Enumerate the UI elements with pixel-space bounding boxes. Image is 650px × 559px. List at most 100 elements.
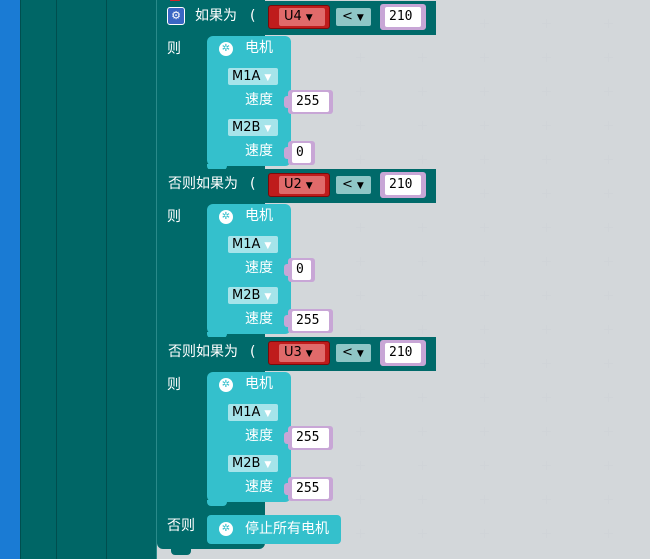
gear-icon[interactable]: ⚙ (167, 7, 185, 25)
grid-plus-mark (542, 495, 551, 504)
grid-plus-mark (604, 87, 613, 96)
grid-plus-mark (542, 87, 551, 96)
grid-plus-mark (418, 291, 427, 300)
grid-plus-mark (356, 155, 365, 164)
sensor-dropdown[interactable]: U4 ▼ (279, 8, 325, 26)
operator-dropdown[interactable]: < ▼ (336, 176, 371, 194)
grid-plus-mark (542, 291, 551, 300)
grid-plus-mark (542, 325, 551, 334)
number-block[interactable]: 210 (380, 172, 426, 198)
grid-plus-mark (480, 495, 489, 504)
triangle-down-icon: ▼ (356, 181, 364, 191)
motor-icon: ✲ (219, 210, 233, 224)
speed-input[interactable]: 0 (292, 143, 311, 163)
speed-input[interactable]: 255 (292, 92, 329, 112)
speed-label: 速度 (245, 143, 273, 159)
motor-pin-dropdown[interactable]: M1A ▼ (228, 236, 278, 253)
compare-value-input[interactable]: 210 (385, 7, 421, 27)
grid-plus-mark (418, 87, 427, 96)
grid-plus-mark (604, 427, 613, 436)
branch-keyword: 否则如果为 (168, 344, 238, 360)
speed-number-block[interactable]: 255 (288, 477, 333, 501)
motor-pin-dropdown[interactable]: M2B ▼ (228, 455, 278, 472)
stop-all-motors-label: 停止所有电机 (245, 521, 329, 537)
compare-value-input[interactable]: 210 (385, 343, 421, 363)
grid-plus-mark (356, 291, 365, 300)
speed-input[interactable]: 255 (292, 311, 329, 331)
grid-plus-mark (542, 223, 551, 232)
grid-plus-mark (480, 223, 489, 232)
motor-pin-dropdown[interactable]: M1A ▼ (228, 68, 278, 85)
grid-plus-mark (356, 529, 365, 538)
grid-plus-mark (480, 393, 489, 402)
number-block[interactable]: 210 (380, 4, 426, 30)
open-paren: ( (250, 8, 256, 24)
motor-title: 电机 (245, 376, 273, 392)
grid-plus-mark (418, 223, 427, 232)
motor-pin-dropdown[interactable]: M2B ▼ (228, 119, 278, 136)
grid-plus-mark (604, 257, 613, 266)
grid-plus-mark (542, 529, 551, 538)
grid-plus-mark (604, 291, 613, 300)
grid-plus-mark (480, 427, 489, 436)
operator-dropdown[interactable]: < ▼ (336, 344, 371, 362)
then-label: 则 (167, 209, 181, 225)
grid-plus-mark (356, 121, 365, 130)
motor-title: 电机 (245, 40, 273, 56)
sensor-block[interactable]: U3 ▼ (268, 341, 330, 365)
grid-plus-mark (604, 393, 613, 402)
speed-number-block[interactable]: 255 (288, 426, 333, 450)
triangle-down-icon: ▼ (305, 349, 313, 359)
sensor-block[interactable]: U2 ▼ (268, 173, 330, 197)
grid-plus-mark (480, 121, 489, 130)
branch-keyword: 如果为 (195, 8, 237, 24)
grid-plus-mark (604, 189, 613, 198)
grid-plus-mark (418, 529, 427, 538)
operator-dropdown[interactable]: < ▼ (336, 8, 371, 26)
grid-plus-mark (480, 359, 489, 368)
motor-pin-dropdown[interactable]: M1A ▼ (228, 404, 278, 421)
sensor-dropdown[interactable]: U2 ▼ (279, 176, 325, 194)
grid-plus-mark (418, 495, 427, 504)
motor-pin-dropdown[interactable]: M2B ▼ (228, 287, 278, 304)
grid-plus-mark (542, 461, 551, 470)
grid-plus-mark (356, 427, 365, 436)
number-block[interactable]: 210 (380, 340, 426, 366)
speed-number-block[interactable]: 255 (288, 90, 333, 114)
compare-value-input[interactable]: 210 (385, 175, 421, 195)
grid-plus-mark (480, 529, 489, 538)
speed-label: 速度 (245, 92, 273, 108)
grid-plus-mark (604, 529, 613, 538)
speed-number-block[interactable]: 0 (288, 258, 315, 282)
grid-plus-mark (604, 359, 613, 368)
grid-plus-mark (480, 53, 489, 62)
grid-plus-mark (356, 393, 365, 402)
grid-plus-mark (418, 427, 427, 436)
then-label: 则 (167, 377, 181, 393)
speed-number-block[interactable]: 0 (288, 141, 315, 165)
sensor-block[interactable]: U4 ▼ (268, 5, 330, 29)
speed-input[interactable]: 255 (292, 428, 329, 448)
inner-loop-body (107, 0, 157, 559)
speed-input[interactable]: 255 (292, 479, 329, 499)
grid-plus-mark (418, 53, 427, 62)
grid-plus-mark (604, 155, 613, 164)
triangle-down-icon: ▼ (356, 13, 364, 23)
grid-plus-mark (418, 155, 427, 164)
grid-plus-mark (418, 121, 427, 130)
triangle-down-icon: ▼ (264, 409, 272, 419)
speed-input[interactable]: 0 (292, 260, 311, 280)
speed-number-block[interactable]: 255 (288, 309, 333, 333)
branch-keyword: 否则如果为 (168, 176, 238, 192)
grid-plus-mark (604, 19, 613, 28)
grid-plus-mark (480, 87, 489, 96)
speed-label: 速度 (245, 311, 273, 327)
stop-all-motors-block[interactable]: ✲ 停止所有电机 (207, 515, 341, 544)
grid-plus-mark (356, 461, 365, 470)
grid-plus-mark (418, 461, 427, 470)
triangle-down-icon: ▼ (264, 124, 272, 134)
sensor-dropdown[interactable]: U3 ▼ (279, 344, 325, 362)
outer-loop-body (20, 0, 57, 559)
triangle-down-icon: ▼ (264, 292, 272, 302)
else-label: 否则 (167, 518, 195, 534)
